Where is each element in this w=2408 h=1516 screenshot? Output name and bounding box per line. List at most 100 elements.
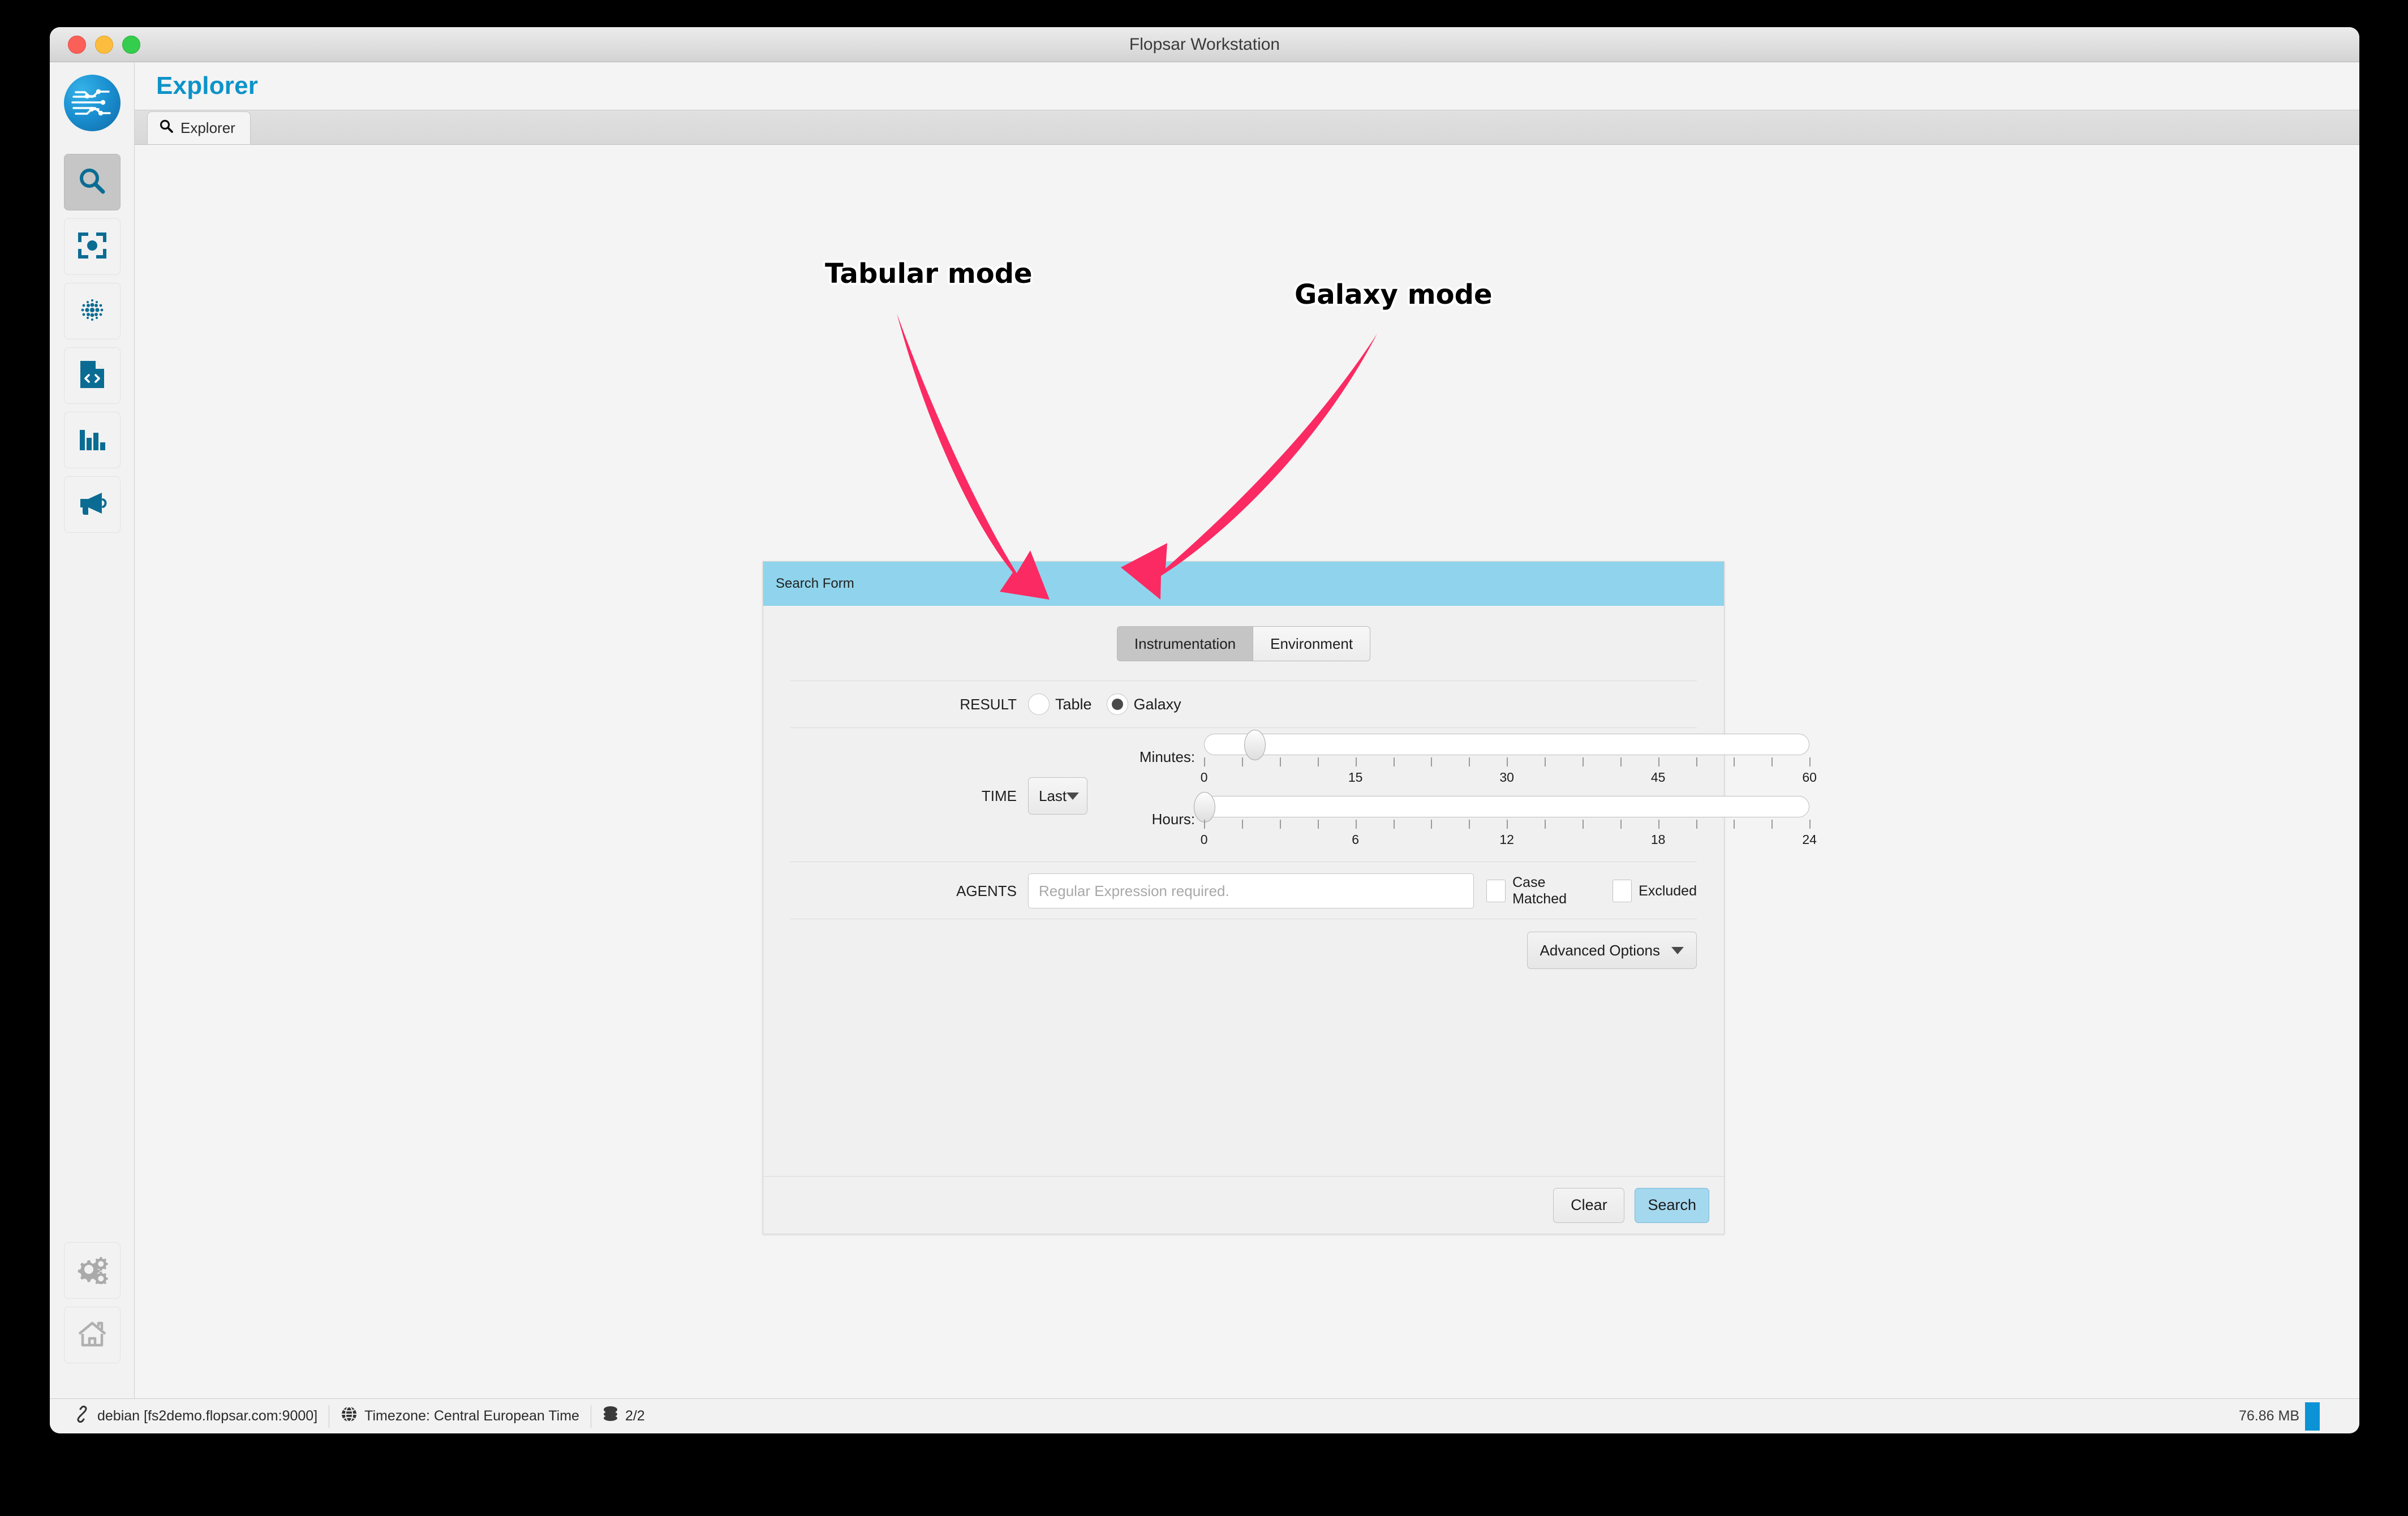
- agents-input[interactable]: Regular Expression required.: [1028, 873, 1474, 908]
- minutes-slider[interactable]: 0 15 30 45 60: [1200, 730, 1817, 788]
- time-label: TIME: [981, 787, 1017, 804]
- tab-strip: Explorer: [135, 110, 2359, 145]
- window-body: Explorer Explorer Search Form Instrument…: [50, 62, 2359, 1398]
- memory-indicator[interactable]: 76.86 MB: [2239, 1402, 2320, 1431]
- hours-slider[interactable]: 0 6 12 18 24: [1194, 792, 1817, 850]
- radio-dot: [1111, 699, 1123, 710]
- tab-instrumentation[interactable]: Instrumentation: [1116, 626, 1253, 661]
- workspace-canvas: Search Form Instrumentation Environment: [135, 145, 2359, 1398]
- hours-tick-labels: 0 6 12 18 24: [1200, 832, 1817, 847]
- window-title: Flopsar Workstation: [1129, 35, 1280, 54]
- minutes-label: Minutes:: [1139, 748, 1196, 765]
- sidebar-item-galaxy[interactable]: [63, 283, 121, 339]
- excluded-checkbox[interactable]: [1612, 880, 1632, 902]
- time-row: TIME Last Minutes: 0 15 30 45 60 Hours: …: [790, 728, 1817, 862]
- sidebar-item-announcements[interactable]: [63, 476, 121, 533]
- connection-text: debian [fs2demo.flopsar.com:9000]: [97, 1408, 318, 1424]
- search-form-panel: Search Form Instrumentation Environment: [763, 561, 1817, 1234]
- time-select[interactable]: Last: [1028, 777, 1088, 815]
- target-focus-icon: [78, 231, 107, 263]
- hours-slider-group: Hours: 0 6 12 18 24: [1119, 792, 1817, 850]
- tab-environment-label: Environment: [1270, 635, 1353, 652]
- search-button-label: Search: [1648, 1196, 1696, 1213]
- page-header: Explorer: [135, 62, 2359, 110]
- result-row: RESULT Table Galaxy: [790, 681, 1697, 727]
- sidebar-item-settings[interactable]: [63, 1242, 121, 1299]
- sidebar-item-home[interactable]: [63, 1307, 121, 1363]
- agents-placeholder: Regular Expression required.: [1039, 882, 1229, 899]
- sidebar-item-charts[interactable]: [63, 412, 121, 468]
- case-matched-label: Case Matched: [1512, 875, 1567, 907]
- zoom-button[interactable]: [122, 35, 140, 54]
- galaxy-radio-label: Galaxy: [1133, 695, 1181, 713]
- tab-environment[interactable]: Environment: [1253, 626, 1371, 661]
- sidebar-item-focus[interactable]: [63, 218, 121, 275]
- hours-thumb[interactable]: [1194, 792, 1216, 822]
- tab-explorer[interactable]: Explorer: [147, 111, 251, 144]
- status-nodes: 2/2: [591, 1399, 656, 1433]
- code-file-icon: [78, 359, 106, 393]
- hours-track[interactable]: [1194, 792, 1810, 822]
- chevron-down-icon: [1671, 946, 1684, 954]
- globe-icon: [341, 1406, 358, 1427]
- gears-icon: [76, 1255, 108, 1287]
- page-title: Explorer: [156, 72, 259, 100]
- flopsar-logo: [63, 75, 121, 131]
- clear-button[interactable]: Clear: [1553, 1187, 1625, 1223]
- title-bar: Flopsar Workstation: [50, 27, 2359, 62]
- search-icon: [77, 166, 108, 199]
- memory-text: 76.86 MB: [2238, 1408, 2299, 1424]
- search-icon: [159, 119, 174, 137]
- status-bar: debian [fs2demo.flopsar.com:9000] Timezo…: [50, 1398, 2359, 1433]
- memory-bar: [2305, 1402, 2320, 1431]
- sidebar-item-search[interactable]: [63, 154, 121, 210]
- content-area: Explorer Explorer Search Form Instrument…: [135, 62, 2359, 1398]
- advanced-options-label: Advanced Options: [1540, 941, 1660, 959]
- minimize-button[interactable]: [95, 35, 113, 54]
- tab-instrumentation-label: Instrumentation: [1134, 635, 1236, 652]
- minutes-tick-labels: 0 15 30 45 60: [1200, 770, 1817, 785]
- tab-label: Explorer: [180, 119, 235, 136]
- dot-grid-icon: [78, 295, 107, 328]
- mode-tab-group: Instrumentation Environment: [790, 606, 1697, 681]
- close-button[interactable]: [68, 35, 86, 54]
- agents-label: AGENTS: [956, 882, 1017, 899]
- table-radio-label: Table: [1055, 695, 1092, 713]
- advanced-options-button[interactable]: Advanced Options: [1526, 932, 1697, 969]
- status-connection: debian [fs2demo.flopsar.com:9000]: [62, 1399, 329, 1433]
- search-form-body: Instrumentation Environment RESULT Table: [763, 606, 1817, 1176]
- result-label: RESULT: [960, 695, 1017, 713]
- sidebar: [50, 62, 135, 1398]
- agents-row: AGENTS Regular Expression required. Case…: [790, 862, 1697, 919]
- home-icon: [77, 1320, 108, 1350]
- search-form-footer: Clear Search: [763, 1176, 1724, 1234]
- case-matched-checkbox[interactable]: [1486, 880, 1506, 902]
- galaxy-radio[interactable]: [1106, 694, 1128, 715]
- advanced-options-row: Advanced Options: [790, 919, 1697, 969]
- bar-chart-icon: [78, 425, 107, 455]
- minutes-slider-group: Minutes: 0 15 30 45 60: [1119, 730, 1817, 788]
- hours-ticks: [1204, 820, 1811, 832]
- time-sliders: Minutes: 0 15 30 45 60 Hours: 0 6 12 18 …: [1119, 730, 1817, 858]
- excluded-label: Excluded: [1639, 882, 1697, 899]
- status-timezone: Timezone: Central European Time: [329, 1399, 591, 1433]
- clear-button-label: Clear: [1571, 1196, 1607, 1213]
- sidebar-bottom-group: [50, 1242, 134, 1371]
- nodes-text: 2/2: [625, 1408, 645, 1424]
- minutes-ticks: [1204, 757, 1811, 770]
- time-select-value: Last: [1039, 787, 1067, 804]
- minutes-thumb[interactable]: [1244, 730, 1266, 760]
- minutes-track[interactable]: [1204, 730, 1810, 760]
- search-button[interactable]: Search: [1635, 1187, 1709, 1223]
- megaphone-icon: [77, 490, 108, 520]
- search-form-title: Search Form: [776, 576, 854, 591]
- hours-label: Hours:: [1151, 811, 1196, 828]
- link-icon: [74, 1405, 91, 1427]
- table-radio[interactable]: [1028, 694, 1050, 715]
- window-controls: [68, 35, 140, 54]
- chevron-down-icon: [1067, 792, 1080, 800]
- sidebar-item-code[interactable]: [63, 347, 121, 404]
- timezone-text: Timezone: Central European Time: [364, 1408, 579, 1424]
- application-window: Flopsar Workstation Explorer Explorer Se…: [50, 27, 2359, 1433]
- database-icon: [603, 1406, 618, 1427]
